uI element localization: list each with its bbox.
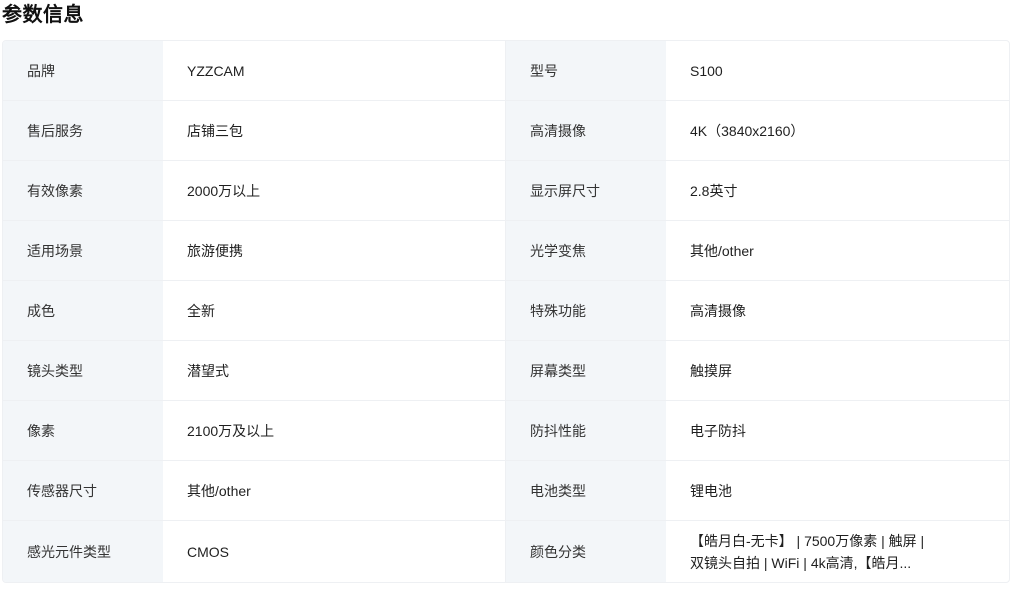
- param-label: 显示屏尺寸: [506, 161, 666, 220]
- param-value: 触摸屏: [690, 362, 732, 379]
- param-value-line: 【皓月白-无卡】 | 7500万像素 | 触屏 |: [690, 532, 925, 549]
- param-value: 4K（3840x2160）: [690, 122, 805, 139]
- param-label: 适用场景: [3, 221, 163, 280]
- table-row: 成色 全新 特殊功能 高清摄像: [3, 281, 1009, 341]
- table-row: 像素 2100万及以上 防抖性能 电子防抖: [3, 401, 1009, 461]
- param-value: 旅游便携: [163, 221, 506, 280]
- parameter-table: 品牌 YZZCAM 型号 S100 售后服务 店铺三包 高清摄像 4K（3840…: [2, 40, 1010, 583]
- param-label: 传感器尺寸: [3, 461, 163, 520]
- param-value: 其他/other: [690, 242, 754, 259]
- table-row: 传感器尺寸 其他/other 电池类型 锂电池: [3, 461, 1009, 521]
- param-label: 防抖性能: [506, 401, 666, 460]
- param-value: 高清摄像: [690, 302, 746, 319]
- param-label: 屏幕类型: [506, 341, 666, 400]
- param-value: CMOS: [163, 521, 506, 582]
- table-row: 感光元件类型 CMOS 颜色分类 【皓月白-无卡】 | 7500万像素 | 触屏…: [3, 521, 1009, 582]
- table-row: 品牌 YZZCAM 型号 S100: [3, 41, 1009, 101]
- param-label: 像素: [3, 401, 163, 460]
- param-label: 型号: [506, 41, 666, 100]
- param-label: 成色: [3, 281, 163, 340]
- param-value: 锂电池: [690, 482, 732, 499]
- param-value: 2.8英寸: [690, 182, 738, 199]
- param-label: 高清摄像: [506, 101, 666, 160]
- param-value-line: 双镜头自拍 | WiFi | 4k高清,【皓月...: [690, 554, 912, 571]
- param-label: 镜头类型: [3, 341, 163, 400]
- param-label: 感光元件类型: [3, 521, 163, 582]
- param-label: 有效像素: [3, 161, 163, 220]
- table-row: 有效像素 2000万以上 显示屏尺寸 2.8英寸: [3, 161, 1009, 221]
- section-title: 参数信息: [2, 4, 84, 26]
- table-row: 售后服务 店铺三包 高清摄像 4K（3840x2160）: [3, 101, 1009, 161]
- param-value: 潜望式: [163, 341, 506, 400]
- param-value: S100: [690, 62, 723, 79]
- param-value: 2000万以上: [163, 161, 506, 220]
- param-value: 2100万及以上: [163, 401, 506, 460]
- param-value: YZZCAM: [163, 41, 506, 100]
- table-row: 镜头类型 潜望式 屏幕类型 触摸屏: [3, 341, 1009, 401]
- param-value: 全新: [163, 281, 506, 340]
- param-label: 品牌: [3, 41, 163, 100]
- param-value: 店铺三包: [163, 101, 506, 160]
- param-label: 售后服务: [3, 101, 163, 160]
- param-label: 电池类型: [506, 461, 666, 520]
- param-label: 颜色分类: [506, 521, 666, 582]
- param-value: 电子防抖: [690, 422, 746, 439]
- param-label: 光学变焦: [506, 221, 666, 280]
- param-value-multiline: 【皓月白-无卡】 | 7500万像素 | 触屏 | 双镜头自拍 | WiFi |…: [666, 521, 1009, 582]
- param-value: 其他/other: [163, 461, 506, 520]
- param-label: 特殊功能: [506, 281, 666, 340]
- table-row: 适用场景 旅游便携 光学变焦 其他/other: [3, 221, 1009, 281]
